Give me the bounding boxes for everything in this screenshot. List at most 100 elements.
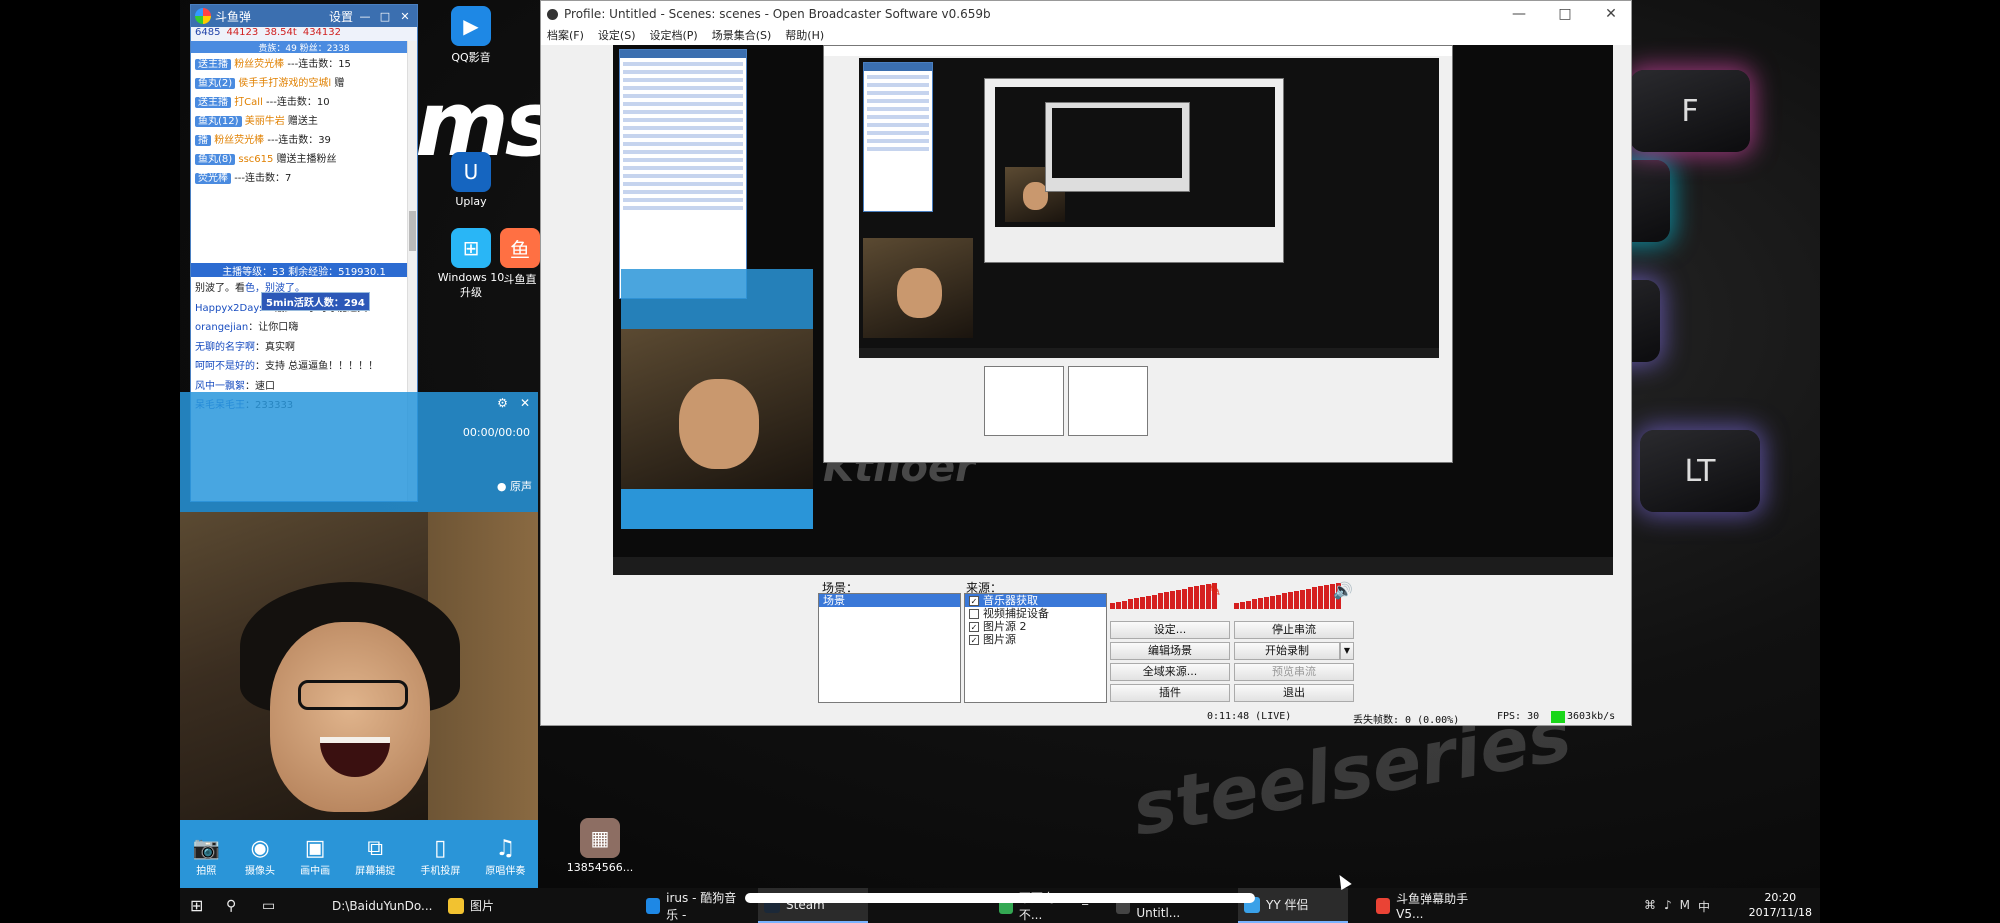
danmu-settings-button[interactable]: 设置 (329, 8, 353, 25)
qq-player-icon: ▶ (451, 6, 491, 46)
volume-bar-segment (1140, 597, 1145, 609)
desktop-icon-label: QQ影音 (451, 51, 491, 64)
close-icon[interactable]: ✕ (397, 10, 413, 23)
volume-bar-segment (1146, 595, 1151, 609)
webcam-person-glasses (298, 680, 408, 710)
chat-row-user: orangejian (195, 322, 249, 333)
source-checkbox[interactable] (969, 608, 979, 619)
image-icon: ▦ (580, 818, 620, 858)
kugou-icon (646, 897, 661, 914)
stop-stream-button[interactable]: 停止串流 (1234, 621, 1354, 639)
source-checkbox[interactable]: ✓ (969, 621, 979, 632)
source-item[interactable]: ✓ 音乐器获取 (965, 594, 1106, 607)
gear-icon[interactable]: ⚙ (497, 396, 508, 410)
start-record-button[interactable]: 开始录制 (1234, 642, 1340, 660)
volume-icon[interactable]: ♪ (1664, 898, 1672, 915)
edit-scene-button[interactable]: 编辑场景 (1110, 642, 1230, 660)
ime-language[interactable]: 中 (1698, 898, 1710, 915)
volume-bar-segment (1324, 585, 1329, 609)
taskbar-item-label: YY 伴侣 (1266, 898, 1309, 912)
camera-toolbar-button[interactable]: ⧉ 屏幕捕捉 (355, 836, 395, 877)
desktop-volume-meter[interactable] (1234, 581, 1341, 609)
search-button[interactable]: ⚲ (220, 888, 242, 923)
windows-logo-icon: ⊞ (190, 896, 204, 915)
taskbar-item[interactable]: 斗鱼弹幕助手V5... (1370, 888, 1490, 923)
source-item[interactable]: 视频捕捉设备 (965, 607, 1106, 620)
yy-player-panel[interactable]: ⚙ ✕ 00:00/00:00 ● 原声 (180, 392, 538, 512)
feed-row-user: 打Call (234, 97, 263, 108)
scene-item[interactable]: 场景 (819, 594, 960, 607)
task-view-icon: ▭ (262, 897, 276, 914)
microphone-icon[interactable]: ✎ (1208, 581, 1221, 600)
close-icon[interactable]: ✕ (520, 396, 530, 410)
record-dropdown-chevron-icon[interactable]: ▼ (1340, 642, 1354, 660)
obs-window[interactable]: Profile: Untitled - Scenes: scenes - Ope… (540, 0, 1632, 726)
source-item[interactable]: ✓ 图片源 2 (965, 620, 1106, 633)
source-checkbox[interactable]: ✓ (969, 634, 979, 645)
camera-toolbar-button[interactable]: ▣ 画中画 (300, 836, 330, 877)
minimize-icon[interactable]: — (357, 10, 373, 23)
obs-menu-item[interactable]: 场景集合(S) (712, 27, 772, 45)
taskbar-item[interactable]: D:\BaiduYunDo... (320, 888, 432, 923)
uplay-icon: U (451, 152, 491, 192)
taskbar-item[interactable]: YY 伴侣 (1238, 888, 1348, 923)
source-item[interactable]: ✓ 图片源 (965, 633, 1106, 646)
douyu-icon: 鱼 (500, 228, 540, 268)
obs-menu-item[interactable]: 帮助(H) (785, 27, 824, 45)
stat-value: 434132 (302, 27, 342, 38)
danmu-chat-row: 呵呵不是好的：支持 总逼逼鱼！！！！！ (195, 357, 413, 377)
volume-bar-segment (1134, 598, 1139, 609)
desktop-icon-uplay[interactable]: U Uplay (436, 152, 506, 208)
sources-list[interactable]: ✓ 音乐器获取 视频捕捉设备 ✓ 图片源 2 ✓ 图片源 (964, 593, 1107, 703)
taskbar-item[interactable]: 图片 (442, 888, 502, 923)
camera-toolbar-label: 摄像头 (245, 865, 276, 877)
minimize-icon[interactable]: — (1499, 6, 1539, 22)
close-icon[interactable]: ✕ (1591, 6, 1631, 22)
start-button[interactable]: ⊞ (184, 888, 209, 923)
danmu-chat-row: orangejian：让你口嗨 (195, 318, 413, 338)
taskbar-item-label: irus - 酷狗音乐 - (666, 890, 737, 922)
obs-menu-item[interactable]: 设定(S) (598, 27, 636, 45)
speaker-icon[interactable]: 🔊 (1333, 581, 1353, 600)
feed-row-prefix: 荧光棒 (195, 173, 231, 184)
preview-stream-button[interactable]: 预览串流 (1234, 663, 1354, 681)
obs-menu-item[interactable]: 档案(F) (547, 27, 584, 45)
desktop-icon-qq-player[interactable]: ▶ QQ影音 (436, 6, 506, 65)
chat-row-text: ：速口 (245, 380, 275, 392)
camera-toolbar-button[interactable]: 📷 拍照 (193, 836, 220, 877)
settings-button[interactable]: 设定... (1110, 621, 1230, 639)
exit-button[interactable]: 退出 (1234, 684, 1354, 702)
maximize-icon[interactable]: □ (377, 10, 393, 23)
danmu-feed-row: 鱼丸(8) ssc615 赠送主播粉丝 (195, 150, 413, 169)
camera-toolbar-button[interactable]: ▯ 手机投屏 (420, 836, 460, 877)
plugins-button[interactable]: 插件 (1110, 684, 1230, 702)
scenes-list[interactable]: 场景 (818, 593, 961, 703)
taskbar-item[interactable]: irus - 酷狗音乐 - (640, 888, 752, 923)
desktop-icon-douyu[interactable]: 鱼 斗鱼直 (500, 228, 540, 287)
stat-value: 6485 (195, 27, 221, 38)
obs-menu-item[interactable]: 设定档(P) (650, 27, 698, 45)
camera-toolbar-button[interactable]: ♫ 原唱伴奏 (485, 836, 525, 877)
mic-volume-meter[interactable] (1110, 581, 1217, 609)
obs-titlebar[interactable]: Profile: Untitled - Scenes: scenes - Ope… (541, 1, 1631, 27)
obs-logo-icon (547, 8, 558, 20)
source-checkbox[interactable]: ✓ (969, 595, 979, 606)
task-view-button[interactable]: ▭ (256, 888, 281, 923)
desktop-icon-image[interactable]: ▦ 13854566... (565, 818, 635, 874)
yy-original-voice-toggle[interactable]: ● 原声 (497, 478, 532, 494)
danmu-level-bar: 主播等级：53 剩余经验：519930.1 (191, 263, 417, 278)
feed-row-tail: 赠送主 (287, 116, 318, 127)
maximize-icon[interactable]: □ (1545, 6, 1585, 22)
taskbar-clock[interactable]: 20:20 2017/11/18 (1749, 890, 1812, 920)
feed-row-tail: 赠送主播粉丝 (276, 154, 337, 165)
danmu-titlebar[interactable]: 斗鱼弹 设置 — □ ✕ (191, 5, 417, 27)
desktop-icon-windows-upgrade[interactable]: ⊞ Windows 10 升级 (436, 228, 506, 300)
network-icon[interactable]: ⌘ (1644, 898, 1656, 915)
home-indicator (745, 893, 1255, 903)
global-sources-button[interactable]: 全域来源... (1110, 663, 1230, 681)
camera-toolbar-button[interactable]: ◉ 摄像头 (245, 836, 275, 877)
feed-row-user: 粉丝荧光棒 (234, 59, 285, 70)
camera-toolbar-label: 画中画 (300, 865, 331, 877)
volume-bar-segment (1306, 588, 1311, 609)
ime-mode[interactable]: M (1680, 898, 1690, 915)
